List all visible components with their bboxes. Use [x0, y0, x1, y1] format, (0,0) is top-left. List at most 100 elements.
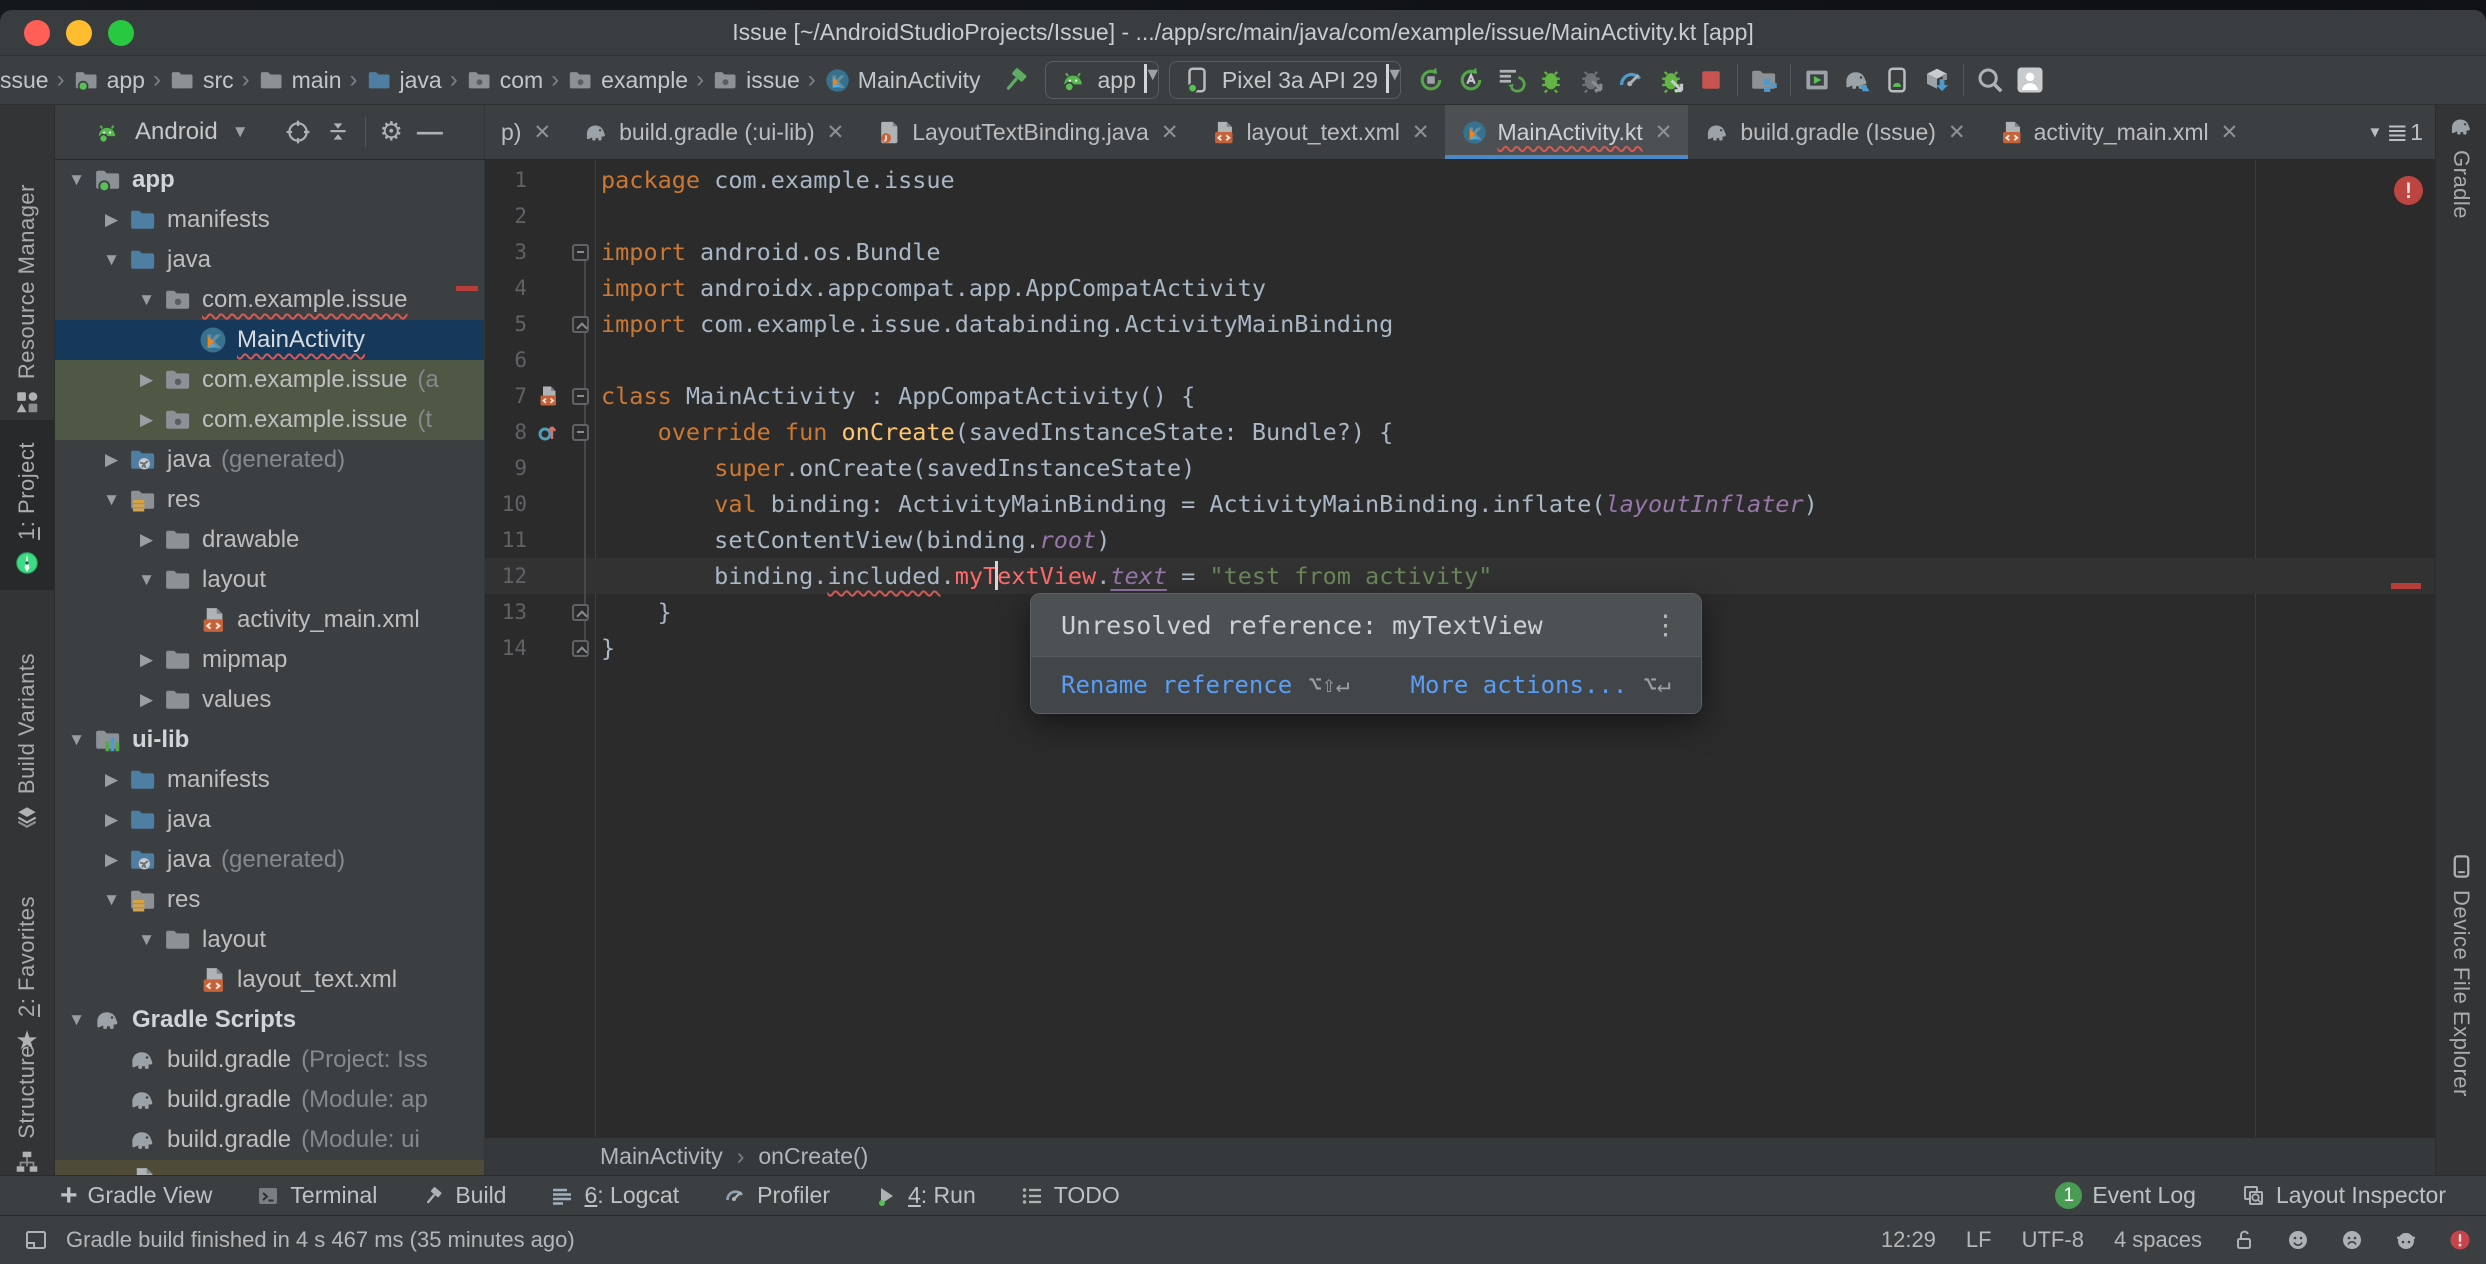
- tree-open-arrow-icon[interactable]: ▼: [130, 290, 163, 310]
- breadcrumb-item-example[interactable]: example: [567, 67, 688, 94]
- project-structure-icon[interactable]: [1744, 60, 1784, 100]
- chevron-down-icon[interactable]: ▼: [232, 122, 249, 142]
- editor-tab-p[interactable]: p)✕: [485, 105, 567, 159]
- toolwindow-button-event-log[interactable]: 1Event Log: [2055, 1182, 2196, 1209]
- tree-item-app[interactable]: ▼app: [55, 160, 484, 200]
- tree-closed-arrow-icon[interactable]: ▶: [95, 450, 128, 470]
- frown-face-icon[interactable]: [2340, 1228, 2364, 1252]
- tree-item-layout[interactable]: ▼layout: [55, 920, 484, 960]
- collapse-all-icon[interactable]: [325, 119, 351, 145]
- profile-icon[interactable]: [1611, 60, 1651, 100]
- toolwindow-button-logcat[interactable]: 6: Logcat: [550, 1182, 679, 1209]
- tree-item-mipmap[interactable]: ▶mipmap: [55, 640, 484, 680]
- tree-closed-arrow-icon[interactable]: ▶: [95, 810, 128, 830]
- code-line-5[interactable]: 5import com.example.issue.databinding.Ac…: [485, 306, 2435, 342]
- editor-tab-activity-main-xml[interactable]: activity_main.xml✕: [1982, 105, 2255, 159]
- tree-closed-arrow-icon[interactable]: ▶: [130, 690, 163, 710]
- toolwindow-button-terminal[interactable]: Terminal: [256, 1182, 377, 1209]
- run-config-select[interactable]: app ▼: [1045, 61, 1159, 99]
- gradle-sync-icon[interactable]: [1837, 60, 1877, 100]
- tree-item-com-example-issue[interactable]: ▼com.example.issue: [55, 280, 484, 320]
- tree-closed-arrow-icon[interactable]: ▶: [130, 650, 163, 670]
- toolwindow-button-layout-inspector[interactable]: Layout Inspector: [2242, 1182, 2446, 1209]
- code-line-7[interactable]: 7class MainActivity : AppCompatActivity(…: [485, 378, 2435, 414]
- tree-open-arrow-icon[interactable]: ▼: [60, 170, 93, 190]
- avatar-icon[interactable]: [2010, 60, 2050, 100]
- toolwindow-button-run[interactable]: 4: Run: [874, 1182, 976, 1209]
- tree-open-arrow-icon[interactable]: ▼: [130, 570, 163, 590]
- tool-window-tab-favorites[interactable]: 2: Favorites★: [0, 843, 54, 1055]
- fold-marker[interactable]: [565, 306, 595, 342]
- tree-item-java[interactable]: ▶java(generated): [55, 840, 484, 880]
- attach-profiler-to-process-icon[interactable]: [1651, 60, 1691, 100]
- toolwindow-button-gradle-view[interactable]: +Gradle View: [60, 1181, 212, 1211]
- hide-panel-icon[interactable]: —: [417, 118, 443, 147]
- stop-icon[interactable]: [1691, 60, 1731, 100]
- tree-open-arrow-icon[interactable]: ▼: [95, 250, 128, 270]
- more-actions-link[interactable]: More actions...: [1411, 671, 1628, 699]
- tree-item-ui-lib[interactable]: ▼ui-lib: [55, 720, 484, 760]
- tool-window-tab-structure[interactable]: Structure: [0, 1073, 54, 1175]
- incognito-face-icon[interactable]: [2394, 1228, 2418, 1252]
- editor-tab-layouttextbinding-java[interactable]: LayoutTextBinding.java✕: [860, 105, 1194, 159]
- sdk-manager-icon[interactable]: [1917, 60, 1957, 100]
- close-icon[interactable]: ✕: [1948, 120, 1966, 145]
- tree-item-mainactivity[interactable]: MainActivity: [55, 320, 484, 360]
- device-select[interactable]: Pixel 3a API 29 ▼: [1169, 61, 1401, 99]
- tree-item-build-gradle[interactable]: build.gradle(Project: Iss: [55, 1040, 484, 1080]
- code-line-1[interactable]: 1package com.example.issue: [485, 162, 2435, 198]
- kebab-menu-icon[interactable]: ⋮: [1652, 610, 1679, 641]
- error-circle-icon[interactable]: [2448, 1228, 2472, 1252]
- fold-marker[interactable]: [565, 378, 595, 414]
- window-layout-icon[interactable]: [24, 1228, 48, 1252]
- lock-open-icon[interactable]: [2232, 1228, 2256, 1252]
- code-line-2[interactable]: 2: [485, 198, 2435, 234]
- make-project-icon[interactable]: [995, 60, 1035, 100]
- fold-marker[interactable]: [565, 630, 595, 666]
- status-item-4-spaces[interactable]: 4 spaces: [2114, 1227, 2202, 1253]
- tool-window-tab-build-variants[interactable]: Build Variants: [0, 615, 54, 830]
- gear-icon[interactable]: ⚙: [380, 118, 403, 147]
- layout-file-icon[interactable]: [531, 378, 565, 414]
- tree-closed-arrow-icon[interactable]: ▶: [95, 770, 128, 790]
- tree-closed-arrow-icon[interactable]: ▶: [95, 850, 128, 870]
- close-icon[interactable]: ✕: [1161, 120, 1179, 145]
- tree-open-arrow-icon[interactable]: ▼: [60, 730, 93, 750]
- breadcrumb-item-mainactivity[interactable]: MainActivity: [824, 67, 981, 94]
- status-item-lf[interactable]: LF: [1966, 1227, 1992, 1253]
- code-line-6[interactable]: 6: [485, 342, 2435, 378]
- tree-open-arrow-icon[interactable]: ▼: [95, 490, 128, 510]
- tool-window-tab-resource-manager[interactable]: Resource Manager: [0, 130, 54, 415]
- debug-icon[interactable]: [1531, 60, 1571, 100]
- breadcrumb-class[interactable]: MainActivity: [600, 1143, 723, 1170]
- editor-tab-build-gradle-ui-lib[interactable]: build.gradle (:ui-lib)✕: [567, 105, 860, 159]
- tree-item-res[interactable]: ▼res: [55, 880, 484, 920]
- tree-open-arrow-icon[interactable]: ▼: [60, 1010, 93, 1030]
- tree-item-values[interactable]: ▶values: [55, 680, 484, 720]
- close-icon[interactable]: ✕: [1412, 120, 1430, 145]
- rename-reference-link[interactable]: Rename reference: [1061, 671, 1292, 699]
- fold-marker[interactable]: [565, 594, 595, 630]
- code-line-8[interactable]: 8 override fun onCreate(savedInstanceSta…: [485, 414, 2435, 450]
- smile-face-icon[interactable]: [2286, 1228, 2310, 1252]
- tree-item-layout-text-xml[interactable]: layout_text.xml: [55, 960, 484, 1000]
- rerun-icon[interactable]: [1491, 60, 1531, 100]
- toolwindow-button-todo[interactable]: TODO: [1020, 1182, 1120, 1209]
- code-line-12[interactable]: 12 binding.included.myTextView.text = "t…: [485, 558, 2435, 594]
- editor-tab-mainactivity-kt[interactable]: MainActivity.kt✕: [1445, 105, 1688, 159]
- code-line-4[interactable]: 4import androidx.appcompat.app.AppCompat…: [485, 270, 2435, 306]
- override-method-icon[interactable]: [531, 414, 565, 450]
- avd-manager-icon[interactable]: [1797, 60, 1837, 100]
- tree-closed-arrow-icon[interactable]: ▶: [130, 410, 163, 430]
- breadcrumb-item-com[interactable]: com: [466, 67, 543, 94]
- close-icon[interactable]: ✕: [827, 120, 845, 145]
- close-icon[interactable]: ✕: [2221, 120, 2239, 145]
- tree-open-arrow-icon[interactable]: ▼: [95, 890, 128, 910]
- breadcrumb-method[interactable]: onCreate(): [758, 1143, 868, 1170]
- tree-item-java[interactable]: ▼java: [55, 240, 484, 280]
- breadcrumb-item-issue[interactable]: issue: [712, 67, 800, 94]
- attach-debugger-icon[interactable]: [1571, 60, 1611, 100]
- close-icon[interactable]: ✕: [1655, 120, 1673, 145]
- tree-item-java[interactable]: ▶java(generated): [55, 440, 484, 480]
- tree-item-com-example-issue[interactable]: ▶com.example.issue(a: [55, 360, 484, 400]
